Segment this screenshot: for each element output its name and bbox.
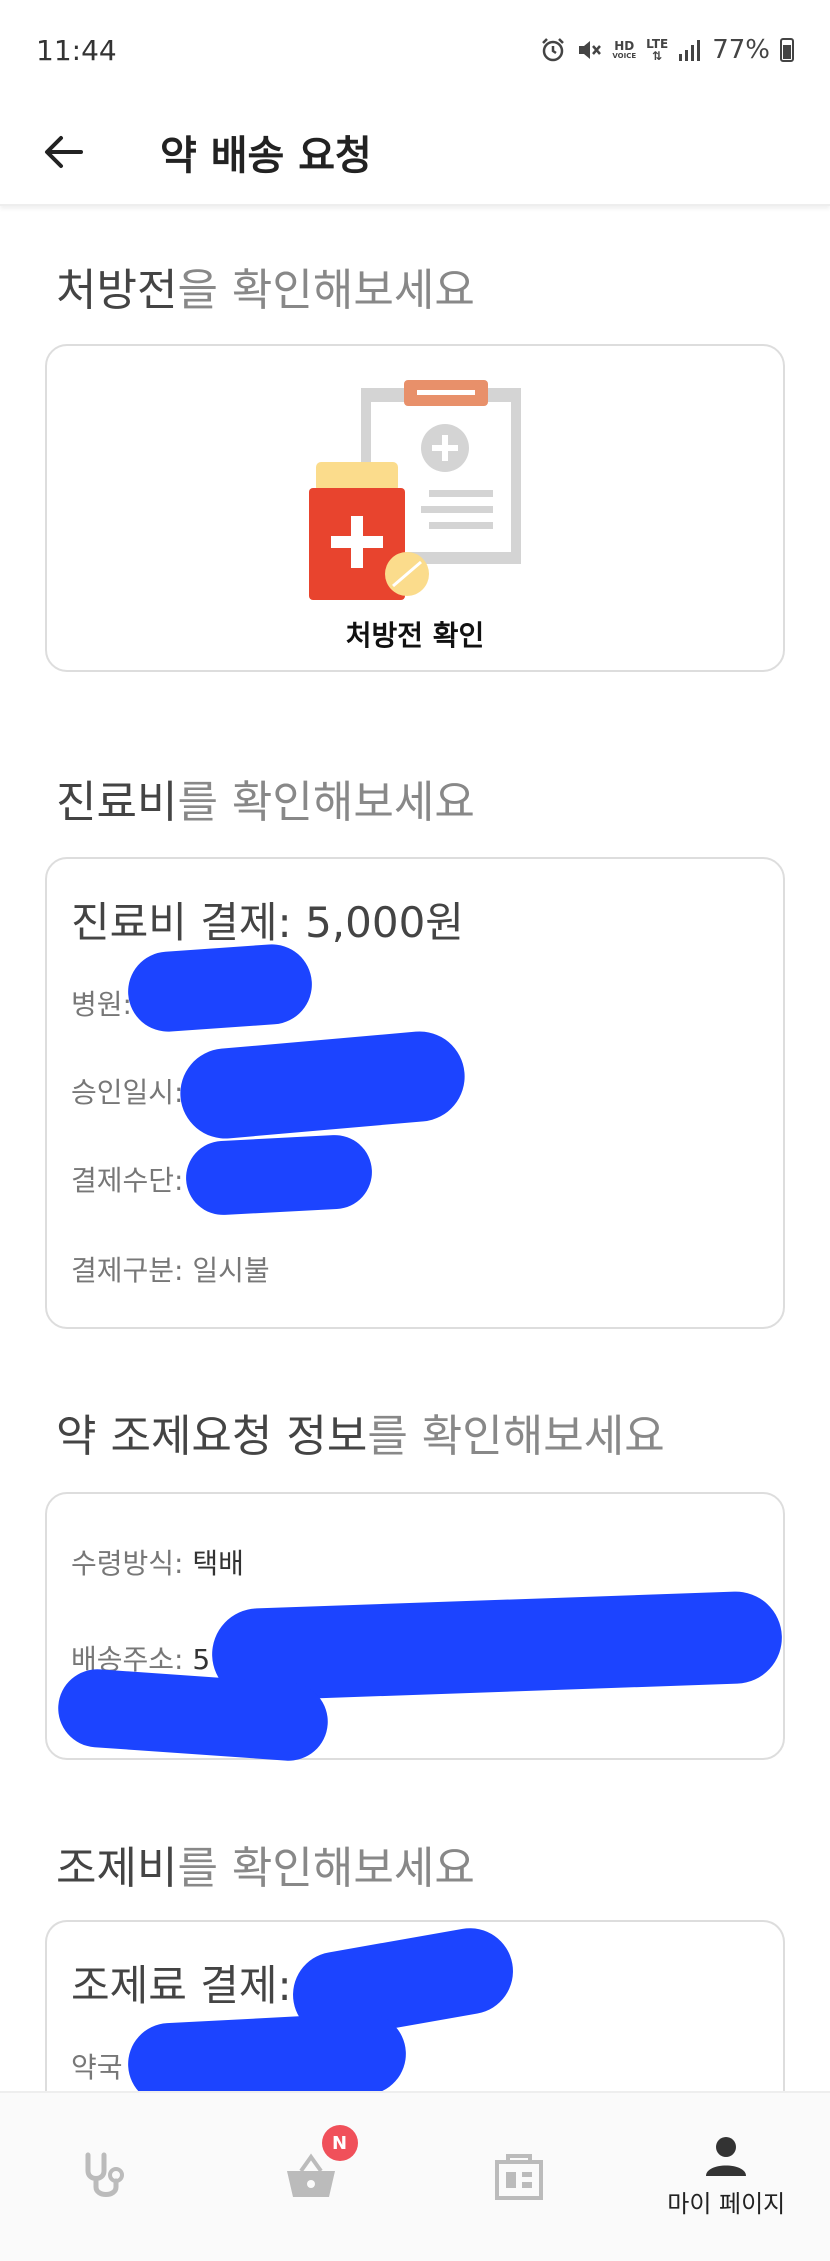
- status-bar: 11:44 HD VOICE LTE ⇅ 77%: [0, 0, 830, 100]
- redaction-blob: [184, 1133, 374, 1217]
- prescription-card-label: 처방전 확인: [345, 619, 485, 652]
- nav-item-treatment[interactable]: [0, 2093, 208, 2261]
- nav-item-news[interactable]: [415, 2093, 623, 2261]
- alarm-icon: [542, 38, 565, 62]
- prep-heading: 약 조제요청 정보를 확인해보세요: [56, 1411, 665, 1462]
- fee-hospital-label: 병원:: [71, 988, 132, 1021]
- nav-item-basket[interactable]: N: [208, 2093, 416, 2261]
- redaction-blob: [125, 941, 315, 1035]
- prescription-illustration-icon: [309, 380, 521, 600]
- prep-fee-heading: 조제비를 확인해보세요: [56, 1843, 475, 1894]
- mute-icon: [579, 41, 602, 59]
- prescription-heading: 처방전을 확인해보세요: [56, 265, 475, 316]
- status-icons: HD VOICE LTE ⇅ 77%: [540, 35, 794, 65]
- status-time: 11:44: [36, 33, 117, 67]
- receive-method-row: 수령방식: 택배: [71, 1547, 244, 1580]
- fee-approval-label: 승인일시:: [71, 1076, 184, 1109]
- pharmacy-label: 약국: [71, 2051, 123, 2084]
- basket-icon: [287, 2153, 336, 2197]
- bottom-nav: N 마이 페이지: [0, 2091, 830, 2261]
- nav-label-mypage: 마이 페이지: [667, 2189, 786, 2218]
- hd-voice-icon: HD VOICE: [612, 39, 637, 60]
- battery-icon: [780, 38, 794, 62]
- fee-method-label: 결제수단:: [71, 1164, 184, 1197]
- fee-payment-title: 진료비 결제: 5,000원: [71, 898, 464, 947]
- nav-item-mypage[interactable]: 마이 페이지: [623, 2093, 830, 2261]
- page-title: 약 배송 요청: [160, 133, 372, 179]
- battery-percent: 77%: [712, 35, 770, 65]
- arrow-left-icon: [45, 136, 83, 168]
- fee-heading: 진료비를 확인해보세요: [56, 777, 475, 828]
- stethoscope-icon: [85, 2152, 124, 2197]
- lte-icon: LTE ⇅: [646, 37, 669, 63]
- notification-badge: N: [321, 2125, 358, 2161]
- app-bar: 약 배송 요청: [0, 100, 830, 206]
- fee-type-row: 결제구분: 일시불: [71, 1254, 270, 1287]
- prescription-card[interactable]: 처방전 확인: [45, 344, 785, 672]
- signal-icon: [679, 40, 701, 61]
- news-icon: [494, 2154, 543, 2200]
- prep-fee-title: 조제료 결제:: [71, 1961, 292, 2010]
- person-icon: [706, 2136, 747, 2176]
- back-button[interactable]: [28, 117, 98, 187]
